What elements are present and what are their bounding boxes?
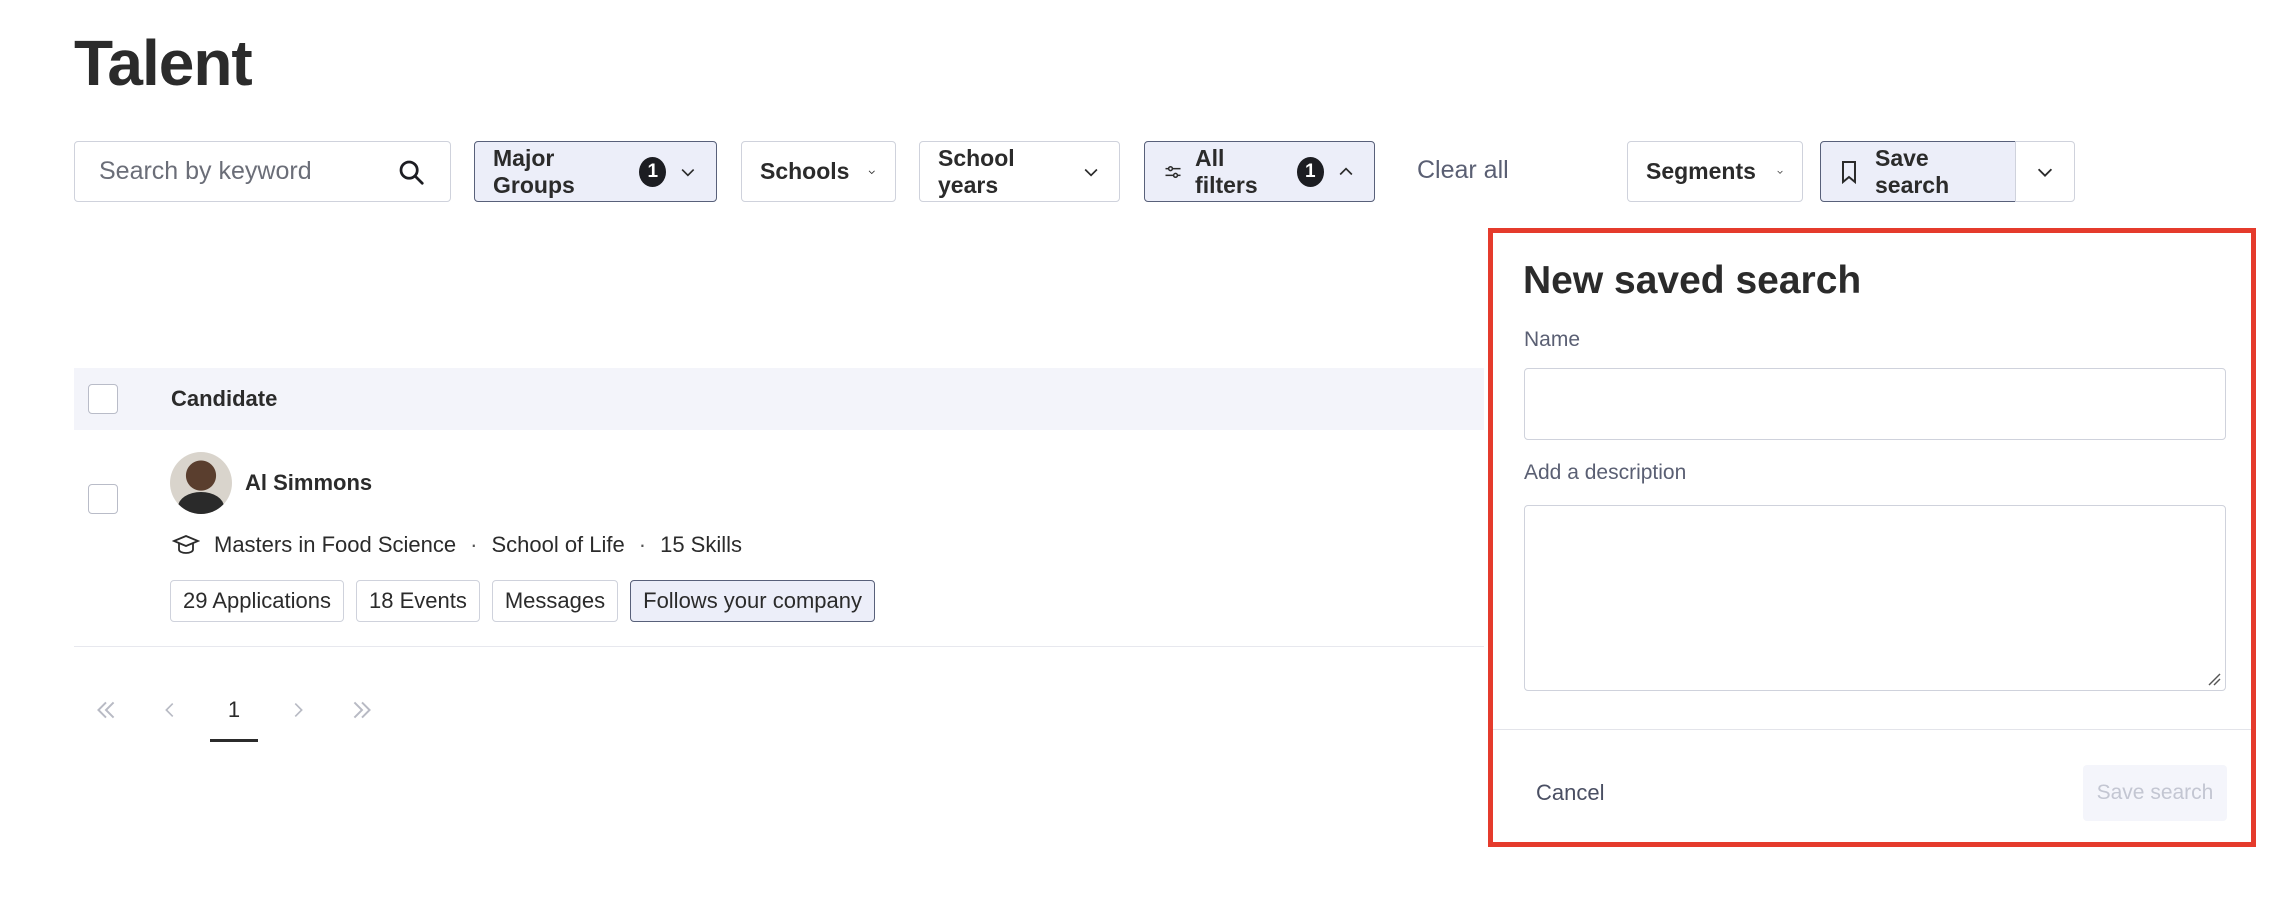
segments-button[interactable]: Segments <box>1627 141 1803 202</box>
next-page-button[interactable] <box>266 680 330 740</box>
resize-handle-icon[interactable] <box>2207 672 2221 686</box>
all-filters-label: All filters <box>1195 144 1258 198</box>
chevron-down-icon <box>2037 168 2053 177</box>
last-page-button[interactable] <box>330 680 394 740</box>
search-icon <box>399 160 424 185</box>
chevron-left-icon <box>165 702 174 718</box>
major-groups-filter-button[interactable]: Major Groups 1 <box>474 141 717 202</box>
all-filters-button[interactable]: All filters 1 <box>1144 141 1375 202</box>
popover-title: New saved search <box>1523 259 1862 302</box>
select-all-checkbox[interactable] <box>88 384 118 414</box>
major-groups-count-badge: 1 <box>639 156 667 187</box>
graduation-cap-icon <box>172 535 200 554</box>
events-tag[interactable]: 18 Events <box>356 580 480 622</box>
row-checkbox[interactable] <box>88 484 118 514</box>
save-search-dropdown-toggle[interactable] <box>2015 141 2075 202</box>
popover-divider <box>1493 729 2251 730</box>
chevron-right-icon <box>294 702 303 718</box>
double-chevron-left-icon <box>97 701 115 719</box>
applications-tag[interactable]: 29 Applications <box>170 580 344 622</box>
page-title: Talent <box>74 27 253 99</box>
chevron-up-icon <box>1339 166 1353 175</box>
all-filters-count-badge: 1 <box>1296 156 1324 187</box>
candidate-tags: 29 Applications 18 Events Messages Follo… <box>170 580 875 622</box>
candidate-column-header: Candidate <box>171 386 278 411</box>
school-years-filter-button[interactable]: School years <box>919 141 1120 202</box>
cancel-button[interactable]: Cancel <box>1536 780 1604 806</box>
prev-page-button[interactable] <box>138 680 202 740</box>
save-search-label: Save search <box>1874 144 1950 198</box>
description-label: Add a description <box>1524 461 1687 484</box>
pagination: 1 <box>74 680 394 742</box>
page-number[interactable]: 1 <box>210 680 258 742</box>
save-search-button[interactable]: Save search <box>1820 141 2016 202</box>
messages-tag[interactable]: Messages <box>491 580 619 622</box>
degree-text: Masters in Food Science <box>214 532 457 557</box>
chevron-down-icon <box>869 170 876 174</box>
major-groups-label: Major Groups <box>493 144 575 198</box>
name-field[interactable] <box>1524 368 2226 440</box>
chevron-down-icon <box>1084 168 1098 177</box>
row-divider <box>74 646 1484 647</box>
chevron-down-icon <box>681 168 695 176</box>
bookmark-icon <box>1841 160 1856 184</box>
schools-label: Schools <box>760 158 850 184</box>
first-page-button[interactable] <box>74 680 138 740</box>
table-header: Candidate <box>74 368 1484 430</box>
separator-dot: · <box>638 532 647 557</box>
new-saved-search-popover: New saved search Name Add a description … <box>1488 228 2256 847</box>
avatar <box>170 452 232 514</box>
search-box[interactable] <box>74 141 451 202</box>
candidate-name[interactable]: Al Simmons <box>245 470 372 496</box>
candidate-education: Masters in Food Science · School of Life… <box>172 532 742 558</box>
segments-label: Segments <box>1646 158 1756 184</box>
search-input[interactable] <box>99 157 396 186</box>
schools-filter-button[interactable]: Schools <box>741 141 896 202</box>
sliders-icon <box>1165 165 1181 178</box>
separator-dot: · <box>470 532 478 557</box>
clear-all-link[interactable]: Clear all <box>1417 156 1509 185</box>
follows-company-tag[interactable]: Follows your company <box>630 580 875 622</box>
chevron-down-icon <box>1777 170 1783 174</box>
school-years-label: School years <box>938 144 1015 198</box>
name-label: Name <box>1524 328 1581 351</box>
skills-text: 15 Skills <box>660 532 742 557</box>
school-text: School of Life <box>491 532 625 557</box>
save-search-submit-button[interactable]: Save search <box>2083 765 2227 821</box>
double-chevron-right-icon <box>353 701 371 719</box>
description-field[interactable] <box>1524 505 2226 691</box>
